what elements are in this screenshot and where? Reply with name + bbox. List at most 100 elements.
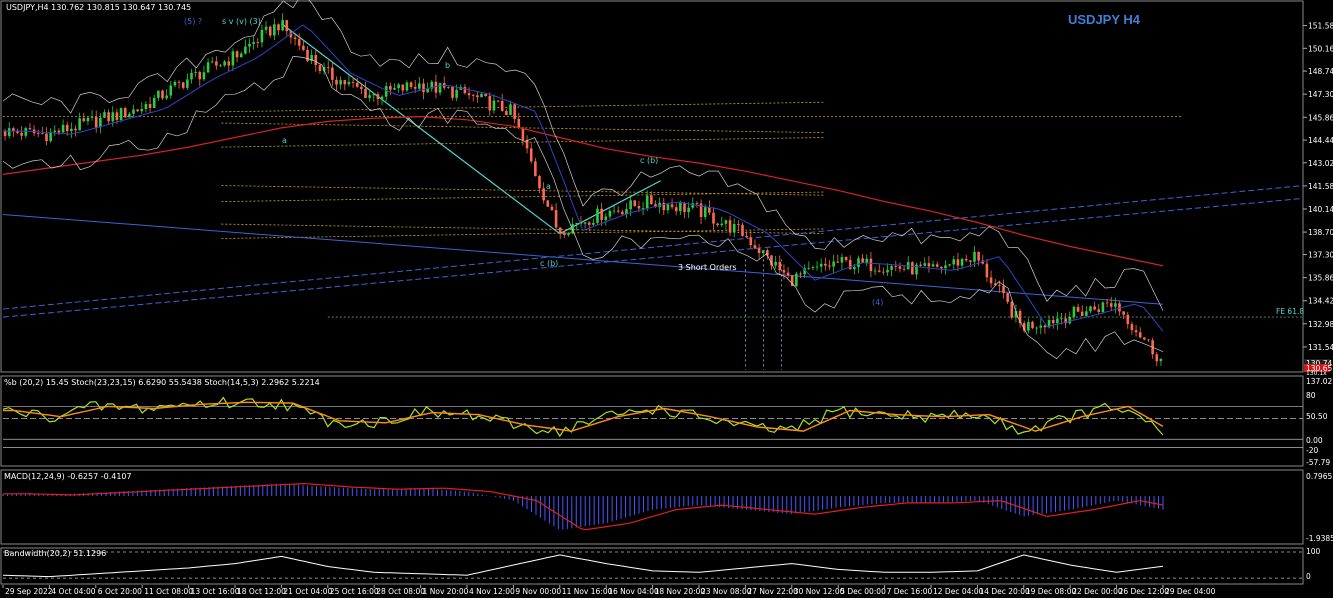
candle-body	[811, 267, 815, 269]
time-tick-label: 18 Nov 20:00	[655, 587, 706, 596]
fe-label: FE 61.8	[1276, 307, 1304, 316]
candle-body	[165, 95, 168, 99]
candle-body	[451, 87, 454, 98]
candle-body	[554, 210, 558, 228]
candle-body	[882, 271, 885, 273]
candle-body	[898, 266, 902, 269]
candle-body	[496, 100, 500, 102]
candle-body	[865, 258, 869, 263]
candle-body	[1101, 302, 1105, 313]
candle-body	[231, 51, 235, 66]
candle-body	[1031, 321, 1034, 329]
candle-body	[227, 61, 231, 66]
price-tick-label: 132.980	[1308, 320, 1333, 329]
time-tick-label: 13 Oct 16:00	[191, 587, 240, 596]
candle-body	[587, 222, 591, 225]
time-axis: 29 Sep 20224 Oct 04:00 6 Oct 20:00 11 Oct …	[2, 585, 1216, 596]
candle-body	[181, 82, 185, 88]
stoch-tick-minus20: -20	[1306, 446, 1318, 455]
price-tick-label: 148.740	[1308, 67, 1333, 76]
candle-body	[960, 258, 964, 266]
candle-body	[848, 260, 852, 270]
candle-body	[82, 118, 86, 122]
price-tick-label: 134.420	[1308, 297, 1333, 306]
candle-body	[405, 82, 409, 91]
candle-body	[123, 107, 127, 118]
candle-body	[782, 270, 786, 273]
stoch-tick-80: 80	[1306, 391, 1316, 400]
candle-body	[49, 132, 52, 142]
candle-body	[964, 258, 968, 261]
wave-label-4: (4)	[872, 298, 883, 307]
time-tick-label: 18 Oct 12:00	[237, 587, 286, 596]
candle-body	[894, 266, 898, 267]
candle-body	[749, 237, 753, 246]
candle-body	[1097, 309, 1101, 313]
candle-body	[575, 222, 579, 225]
stoch-tick-50: 50.50	[1306, 412, 1328, 421]
price-tick-label: 151.580	[1308, 22, 1333, 31]
candle-body	[853, 266, 856, 270]
candle-body	[948, 264, 951, 266]
wave-label-a: a	[282, 136, 287, 145]
price-axis: 151.580 150.160 148.740 147.300 145.860 144.4…	[1303, 22, 1333, 352]
candle-body	[7, 128, 11, 136]
time-tick-label: 5 Dec 00:00	[840, 587, 886, 596]
candle-body	[447, 87, 450, 88]
candle-body	[923, 263, 927, 266]
candle-body	[244, 46, 247, 54]
candle-body	[1051, 319, 1055, 324]
macd-tick-bottom: -1.9385	[1306, 534, 1333, 543]
candle-body	[633, 200, 637, 206]
candle-body	[703, 207, 707, 218]
candle-body	[41, 133, 44, 135]
time-tick-label: 4 Oct 04:00	[51, 587, 95, 596]
candle-body	[1039, 325, 1043, 328]
candle-body	[161, 90, 164, 99]
candle-body	[215, 61, 218, 66]
candle-body	[799, 273, 802, 275]
candle-body	[795, 273, 798, 287]
candle-body	[24, 128, 28, 136]
candle-body	[239, 53, 243, 58]
candle-body	[877, 270, 881, 272]
candle-body	[389, 86, 392, 90]
candle-body	[339, 80, 342, 85]
candle-body	[57, 130, 61, 133]
candle-body	[902, 268, 906, 270]
candle-body	[248, 43, 251, 47]
candle-body	[1006, 293, 1009, 302]
candle-body	[86, 117, 90, 122]
candle-body	[467, 93, 471, 96]
candle-body	[716, 223, 719, 226]
price-tick-label: 135.860	[1308, 274, 1333, 283]
candle-body	[500, 100, 504, 111]
candle-body	[927, 263, 931, 267]
candle-body	[774, 261, 777, 266]
time-tick-label: 4 Nov 12:00	[469, 587, 515, 596]
candle-body	[1085, 311, 1088, 316]
candle-body	[844, 257, 848, 261]
candle-body	[173, 81, 177, 86]
chart-canvas[interactable]: 151.580 150.160 148.740 147.300 145.860 144.4…	[0, 0, 1333, 598]
wave-label-3: s v (v) (3)	[222, 17, 261, 26]
candle-body	[190, 72, 193, 80]
candle-body	[401, 84, 405, 91]
candle-body	[969, 260, 972, 262]
candle-body	[1134, 330, 1138, 333]
short-orders-label: 3 Short Orders	[678, 263, 737, 272]
candle-body	[380, 96, 384, 100]
price-tick-label: 138.700	[1308, 228, 1333, 237]
candle-body	[140, 108, 144, 112]
candle-body	[492, 100, 496, 111]
candle-body	[931, 264, 935, 267]
candle-body	[538, 176, 541, 189]
price-tick-label: 131.540	[1308, 343, 1333, 352]
candle-body	[314, 54, 318, 66]
candle-body	[438, 83, 442, 93]
candle-body	[273, 24, 276, 36]
candle-body	[637, 205, 641, 209]
candle-body	[1068, 316, 1072, 324]
price-tick-label: 145.860	[1308, 113, 1333, 122]
candle-body	[857, 258, 860, 267]
